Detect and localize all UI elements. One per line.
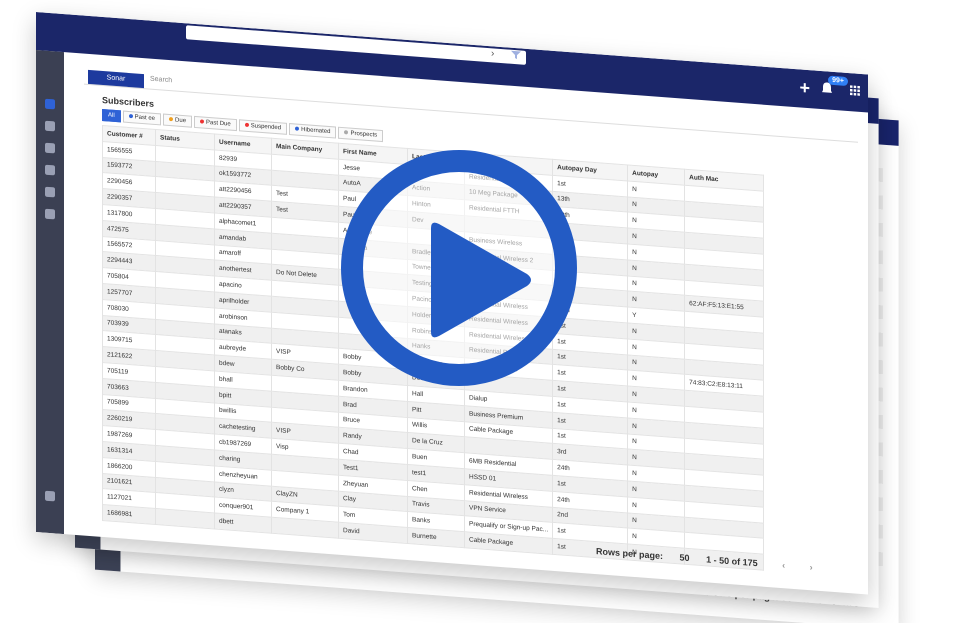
- sidebar-subscribers-icon[interactable]: [45, 98, 55, 110]
- sidebar-settings-icon[interactable]: [45, 208, 55, 220]
- add-button[interactable]: +: [799, 77, 810, 99]
- sidebar-map-icon[interactable]: [45, 164, 55, 176]
- sidebar: [36, 50, 64, 535]
- tab-prospects[interactable]: Prospects: [338, 126, 384, 143]
- apps-grid-icon[interactable]: [850, 85, 860, 96]
- prev-page-button[interactable]: ‹: [782, 560, 785, 570]
- tab-all[interactable]: All: [102, 108, 121, 123]
- sidebar-network-icon[interactable]: [45, 142, 55, 154]
- stage: Rows per page: 50 1 - 50 of 175 Rows per…: [0, 0, 980, 623]
- play-button[interactable]: [341, 150, 577, 386]
- filter-icon[interactable]: [511, 50, 521, 61]
- tab-due[interactable]: Due: [163, 113, 193, 128]
- rows-per-page-select[interactable]: 50: [680, 552, 690, 563]
- notification-badge: 99+: [828, 75, 848, 87]
- table-cell: dbett: [214, 513, 272, 534]
- sidebar-help-icon[interactable]: [45, 490, 55, 502]
- top-search-input[interactable]: [186, 25, 526, 65]
- table-cell: 1686981: [102, 504, 156, 525]
- chevron-right-icon[interactable]: ›: [491, 48, 494, 59]
- page-title: Subscribers: [102, 94, 155, 109]
- next-page-button[interactable]: ›: [810, 562, 813, 572]
- tab-past-ee[interactable]: Past ee: [122, 110, 162, 126]
- table-cell: [155, 508, 215, 529]
- tab-hibernated[interactable]: Hibernated: [289, 123, 337, 139]
- tab-suspended[interactable]: Suspended: [238, 119, 288, 135]
- play-icon: [431, 222, 531, 338]
- sidebar-search-icon[interactable]: [45, 120, 55, 132]
- tab-past-due[interactable]: Past Due: [194, 115, 237, 132]
- table-cell: Burnette: [407, 527, 465, 548]
- sidebar-billing-icon[interactable]: [45, 186, 55, 198]
